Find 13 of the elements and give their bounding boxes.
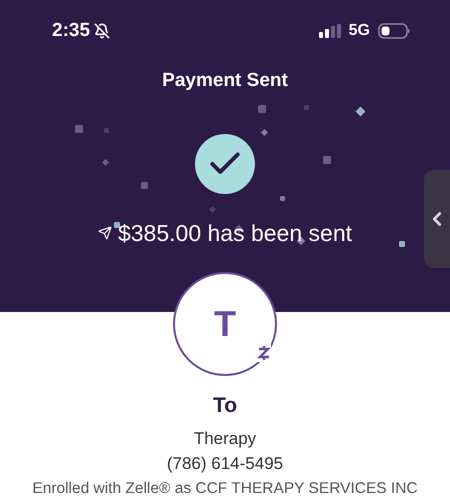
recipient-phone: (786) 614-5495	[166, 453, 284, 475]
signal-icon	[318, 24, 341, 38]
recipient-name: Therapy	[194, 428, 256, 450]
bell-off-icon	[94, 23, 110, 39]
network-label: 5G	[348, 21, 370, 41]
page-title: Payment Sent	[162, 69, 288, 93]
enrollment-note: Enrolled with Zelle® as CCF THERAPY SERVICES INC	[32, 478, 418, 498]
status-time: 2:35	[52, 18, 90, 43]
payment-message: $385.00 has been sent	[118, 218, 352, 248]
battery-icon	[378, 23, 410, 39]
paper-plane-icon	[98, 226, 112, 240]
side-panel-handle[interactable]	[424, 170, 450, 268]
recipient-label: To	[212, 393, 238, 419]
